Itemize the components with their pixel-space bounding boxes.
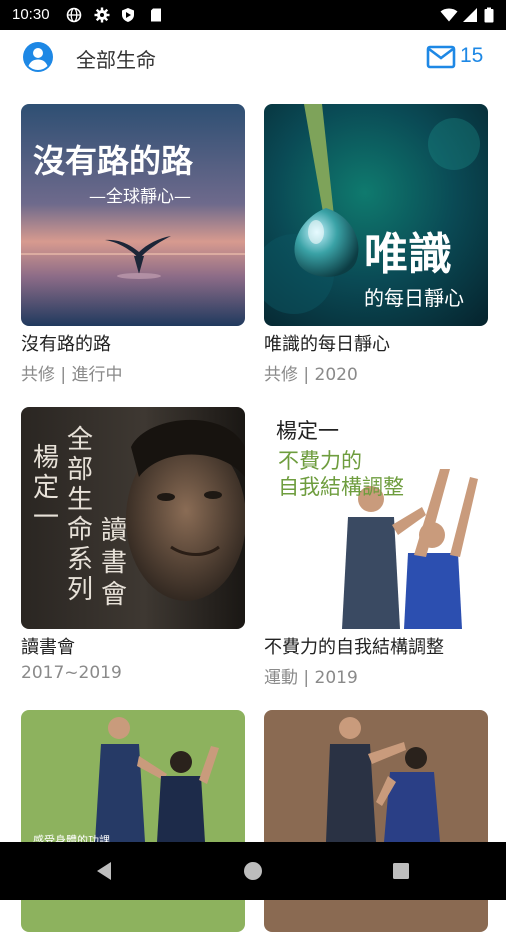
mail-count-badge[interactable]: 15 [460, 44, 483, 68]
program-title: 讀書會 [21, 637, 75, 658]
program-title: 不費力的自我結構調整 [264, 637, 444, 658]
recents-icon[interactable] [389, 859, 413, 883]
system-nav-bar [0, 842, 506, 900]
cover-tagline: 的每日靜心 [364, 286, 464, 310]
cover-heading: 沒有路的路 [33, 142, 194, 180]
mail-icon[interactable] [426, 44, 456, 70]
cover-tagline: —全球靜心— [89, 187, 191, 207]
app-bar: 全部生命 15 [0, 30, 506, 88]
program-subtitle: 2017~2019 [21, 663, 122, 683]
page-title: 全部生命 [76, 48, 156, 72]
cover-heading: 讀書會 [101, 516, 128, 610]
program-title: 沒有路的路 [21, 334, 111, 355]
globe-icon [66, 7, 82, 23]
back-icon[interactable] [93, 859, 117, 883]
cover-heading: 唯識 [364, 229, 452, 280]
battery-icon [484, 7, 494, 23]
program-subtitle: 運動 | 2019 [264, 668, 358, 688]
cover-series: 全部生命系列 [67, 425, 94, 605]
account-icon[interactable] [22, 41, 54, 73]
program-title: 唯識的每日靜心 [264, 334, 390, 355]
status-bar: 10:30 [0, 0, 506, 30]
cover-author: 楊定一 [276, 419, 339, 443]
shield-icon [122, 8, 134, 22]
program-subtitle: 共修 | 2020 [264, 365, 358, 385]
sd-card-icon [151, 8, 161, 22]
cover-heading-line2: 自我結構調整 [278, 475, 404, 499]
program-subtitle: 共修 | 進行中 [21, 365, 123, 385]
cover-author: 楊定一 [33, 443, 60, 533]
signal-icon [463, 8, 477, 22]
home-icon[interactable] [241, 859, 265, 883]
wifi-icon [440, 8, 458, 22]
status-time: 10:30 [12, 6, 50, 23]
gear-icon [94, 7, 110, 23]
